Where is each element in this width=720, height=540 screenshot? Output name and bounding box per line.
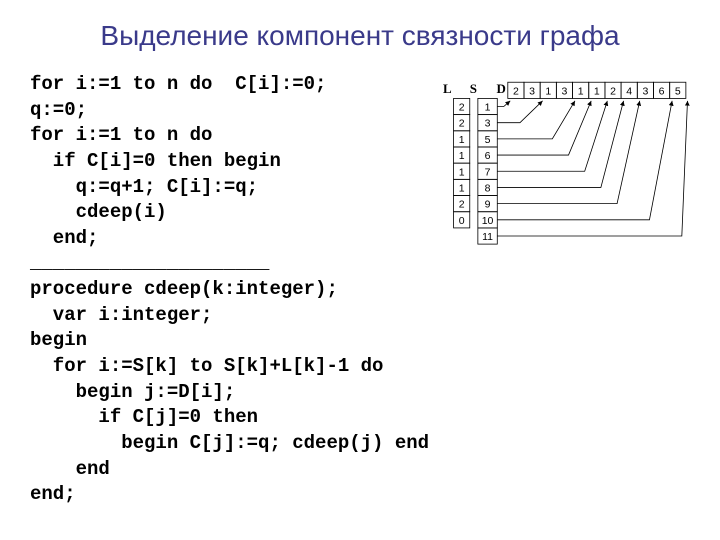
svg-text:10: 10 (482, 215, 494, 227)
svg-text:3: 3 (643, 85, 649, 97)
code-line: end (30, 458, 110, 480)
svg-text:6: 6 (659, 85, 665, 97)
code-line: begin (30, 329, 87, 351)
svg-text:6: 6 (485, 150, 491, 162)
code-line: if C[j]=0 then (30, 406, 258, 428)
svg-text:2: 2 (459, 199, 465, 211)
code-line: for i:=1 to n do C[i]:=0; (30, 73, 326, 95)
label-L: L (443, 81, 452, 96)
svg-text:1: 1 (545, 85, 551, 97)
svg-text:1: 1 (459, 183, 465, 195)
diagram-svg: L S D 2 3 1 3 1 1 2 4 (439, 62, 690, 264)
svg-text:2: 2 (459, 102, 465, 114)
svg-text:9: 9 (485, 199, 491, 211)
code-line: begin j:=D[i]; (30, 381, 235, 403)
code-line: for i:=1 to n do (30, 124, 212, 146)
code-line: q:=q+1; C[i]:=q; (30, 176, 258, 198)
svg-text:1: 1 (485, 102, 491, 114)
code-line: end; (30, 227, 98, 249)
svg-text:3: 3 (529, 85, 535, 97)
code-line: end; (30, 483, 76, 505)
svg-text:5: 5 (485, 134, 491, 146)
label-D: D (497, 81, 506, 96)
S-column: 1 3 5 6 7 8 9 10 11 (478, 98, 497, 244)
svg-text:1: 1 (459, 150, 465, 162)
svg-text:3: 3 (562, 85, 568, 97)
code-line: procedure cdeep(k:integer); (30, 278, 338, 300)
svg-text:2: 2 (513, 85, 519, 97)
svg-text:1: 1 (578, 85, 584, 97)
code-line: for i:=S[k] to S[k]+L[k]-1 do (30, 355, 383, 377)
svg-text:8: 8 (485, 183, 491, 195)
arrows (497, 101, 687, 236)
svg-text:7: 7 (485, 166, 491, 178)
svg-text:1: 1 (459, 134, 465, 146)
svg-text:1: 1 (594, 85, 600, 97)
code-line: cdeep(i) (30, 201, 167, 223)
code-line: q:=0; (30, 99, 87, 121)
svg-text:2: 2 (459, 118, 465, 130)
L-column: 2 2 1 1 1 1 2 0 (454, 98, 470, 228)
graph-diagram: L S D 2 3 1 3 1 1 2 4 (439, 62, 690, 508)
svg-text:11: 11 (482, 231, 493, 243)
label-S: S (470, 81, 477, 96)
svg-text:1: 1 (459, 166, 465, 178)
svg-text:5: 5 (675, 85, 681, 97)
D-row: 2 3 1 3 1 1 2 4 3 6 5 (508, 82, 686, 98)
code-line: if C[i]=0 then begin (30, 150, 281, 172)
code-line: var i:integer; (30, 304, 212, 326)
code-line: _____________________ (30, 252, 269, 274)
content-area: for i:=1 to n do C[i]:=0; q:=0; for i:=1… (30, 72, 690, 508)
svg-text:0: 0 (459, 215, 465, 227)
svg-text:3: 3 (485, 118, 491, 130)
code-block: for i:=1 to n do C[i]:=0; q:=0; for i:=1… (30, 72, 429, 508)
svg-text:4: 4 (626, 85, 632, 97)
code-line: begin C[j]:=q; cdeep(j) end (30, 432, 429, 454)
page-title: Выделение компонент связности графа (30, 20, 690, 52)
svg-text:2: 2 (610, 85, 616, 97)
